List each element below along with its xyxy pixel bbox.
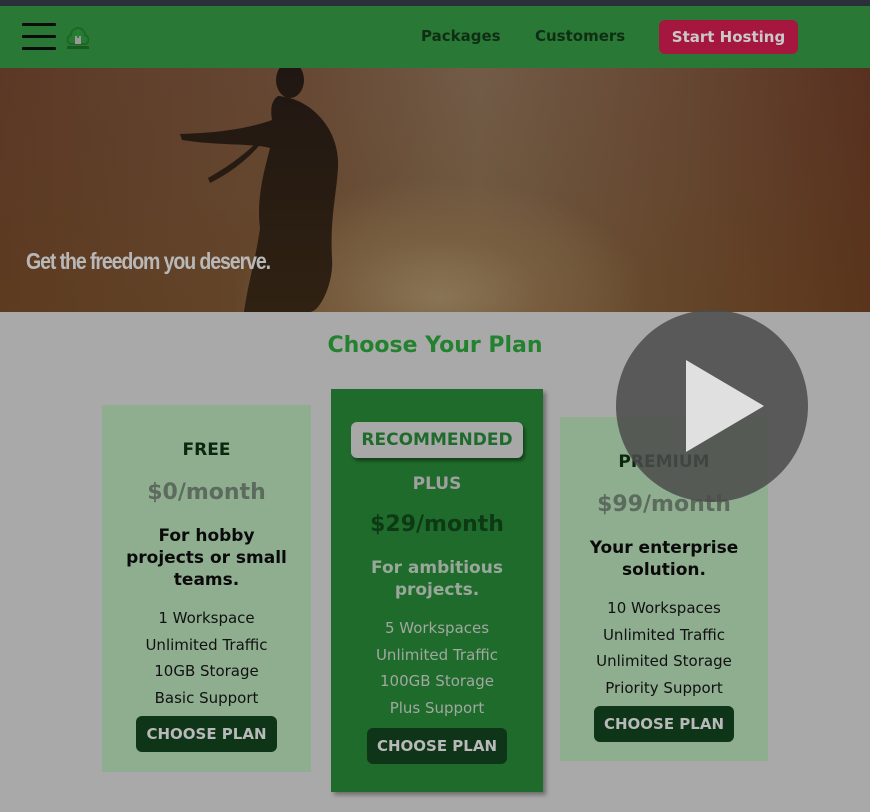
- hamburger-menu-icon[interactable]: [22, 23, 56, 55]
- start-hosting-button[interactable]: Start Hosting: [659, 20, 798, 54]
- nav-customers[interactable]: Customers: [535, 27, 625, 45]
- plan-feature: 100GB Storage: [379, 672, 494, 691]
- hero-banner: Get the freedom you deserve.: [0, 68, 870, 312]
- plan-feature: 1 Workspace: [158, 609, 255, 627]
- plan-feature: 10 Workspaces: [607, 599, 721, 617]
- woman-silhouette-image: [180, 68, 339, 312]
- plan-feature: 5 Workspaces: [384, 619, 490, 637]
- plan-description: For hobby projects or small teams.: [126, 526, 287, 590]
- plan-card-free: FREE $0/month For hobby projects or smal…: [102, 405, 311, 772]
- plan-feature: Unlimited Traffic: [375, 645, 499, 664]
- plan-feature: Basic Support: [154, 689, 259, 708]
- choose-plan-button[interactable]: CHOOSE PLAN: [136, 715, 277, 752]
- plan-feature: Unlimited Traffic: [145, 635, 268, 654]
- logo-icon[interactable]: [64, 24, 92, 52]
- site-header: Packages Customers Start Hosting: [0, 6, 870, 68]
- plan-name: PLUS: [412, 474, 462, 494]
- plan-price: $29/month: [370, 512, 504, 537]
- plan-description: Your enterprise solution.: [589, 538, 739, 580]
- nav-packages[interactable]: Packages: [421, 27, 501, 45]
- plan-feature: Unlimited Storage: [596, 652, 732, 671]
- plan-feature: Priority Support: [605, 679, 723, 698]
- plan-card-plus: RECOMMENDED PLUS $29/month For ambitious…: [331, 389, 543, 792]
- hero-tagline: Get the freedom you deserve.: [26, 248, 271, 274]
- plan-feature: 10GB Storage: [154, 662, 259, 681]
- play-icon[interactable]: [616, 310, 808, 502]
- choose-plan-button[interactable]: CHOOSE PLAN: [593, 705, 735, 742]
- plan-name: FREE: [182, 440, 231, 460]
- choose-plan-button[interactable]: CHOOSE PLAN: [366, 727, 508, 764]
- plan-feature: Unlimited Traffic: [602, 625, 726, 644]
- plan-price: $0/month: [147, 480, 266, 505]
- plan-description: For ambitious projects.: [371, 558, 503, 600]
- plan-feature: Plus Support: [389, 699, 485, 718]
- recommended-badge: RECOMMENDED: [351, 422, 523, 458]
